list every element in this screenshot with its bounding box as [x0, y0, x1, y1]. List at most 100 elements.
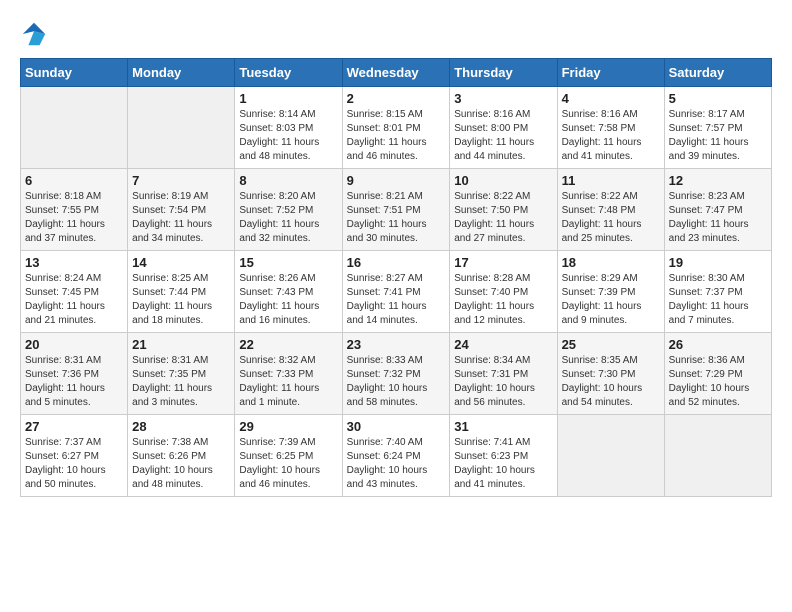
- calendar-cell: [128, 87, 235, 169]
- day-number: 21: [132, 337, 230, 352]
- daylight: Daylight: 11 hours and 27 minutes.: [454, 219, 534, 244]
- day-number: 24: [454, 337, 552, 352]
- sunset: Sunset: 8:01 PM: [347, 123, 421, 134]
- sunset: Sunset: 7:54 PM: [132, 205, 206, 216]
- sunset: Sunset: 6:23 PM: [454, 451, 528, 462]
- calendar-cell: 31 Sunrise: 7:41 AM Sunset: 6:23 PM Dayl…: [450, 415, 557, 497]
- sunrise: Sunrise: 8:18 AM: [25, 191, 101, 202]
- day-number: 29: [239, 419, 337, 434]
- daylight: Daylight: 11 hours and 44 minutes.: [454, 137, 534, 162]
- day-number: 6: [25, 173, 123, 188]
- daylight: Daylight: 11 hours and 48 minutes.: [239, 137, 319, 162]
- daylight: Daylight: 11 hours and 23 minutes.: [669, 219, 749, 244]
- day-info: Sunrise: 8:24 AM Sunset: 7:45 PM Dayligh…: [25, 272, 123, 328]
- daylight: Daylight: 11 hours and 7 minutes.: [669, 301, 749, 326]
- day-number: 16: [347, 255, 446, 270]
- calendar-cell: 21 Sunrise: 8:31 AM Sunset: 7:35 PM Dayl…: [128, 333, 235, 415]
- calendar-cell: 7 Sunrise: 8:19 AM Sunset: 7:54 PM Dayli…: [128, 169, 235, 251]
- sunrise: Sunrise: 8:28 AM: [454, 273, 530, 284]
- sunrise: Sunrise: 8:23 AM: [669, 191, 745, 202]
- daylight: Daylight: 11 hours and 14 minutes.: [347, 301, 427, 326]
- calendar-cell: 5 Sunrise: 8:17 AM Sunset: 7:57 PM Dayli…: [664, 87, 771, 169]
- calendar-cell: 13 Sunrise: 8:24 AM Sunset: 7:45 PM Dayl…: [21, 251, 128, 333]
- sunset: Sunset: 7:44 PM: [132, 287, 206, 298]
- daylight: Daylight: 11 hours and 1 minute.: [239, 383, 319, 408]
- day-info: Sunrise: 8:16 AM Sunset: 7:58 PM Dayligh…: [562, 108, 660, 164]
- day-info: Sunrise: 8:15 AM Sunset: 8:01 PM Dayligh…: [347, 108, 446, 164]
- sunrise: Sunrise: 8:32 AM: [239, 355, 315, 366]
- sunset: Sunset: 7:43 PM: [239, 287, 313, 298]
- daylight: Daylight: 10 hours and 41 minutes.: [454, 465, 535, 490]
- day-number: 4: [562, 91, 660, 106]
- day-number: 13: [25, 255, 123, 270]
- sunset: Sunset: 6:27 PM: [25, 451, 99, 462]
- daylight: Daylight: 10 hours and 56 minutes.: [454, 383, 535, 408]
- sunset: Sunset: 7:45 PM: [25, 287, 99, 298]
- day-number: 12: [669, 173, 767, 188]
- sunrise: Sunrise: 7:37 AM: [25, 437, 101, 448]
- sunset: Sunset: 7:31 PM: [454, 369, 528, 380]
- calendar-week-row: 20 Sunrise: 8:31 AM Sunset: 7:36 PM Dayl…: [21, 333, 772, 415]
- sunrise: Sunrise: 8:33 AM: [347, 355, 423, 366]
- calendar-cell: 12 Sunrise: 8:23 AM Sunset: 7:47 PM Dayl…: [664, 169, 771, 251]
- sunset: Sunset: 6:25 PM: [239, 451, 313, 462]
- sunrise: Sunrise: 7:40 AM: [347, 437, 423, 448]
- day-info: Sunrise: 8:34 AM Sunset: 7:31 PM Dayligh…: [454, 354, 552, 410]
- day-info: Sunrise: 8:14 AM Sunset: 8:03 PM Dayligh…: [239, 108, 337, 164]
- sunrise: Sunrise: 8:29 AM: [562, 273, 638, 284]
- calendar-cell: 27 Sunrise: 7:37 AM Sunset: 6:27 PM Dayl…: [21, 415, 128, 497]
- daylight: Daylight: 11 hours and 9 minutes.: [562, 301, 642, 326]
- day-number: 26: [669, 337, 767, 352]
- logo-icon: [20, 20, 48, 48]
- sunrise: Sunrise: 8:22 AM: [562, 191, 638, 202]
- calendar-week-row: 27 Sunrise: 7:37 AM Sunset: 6:27 PM Dayl…: [21, 415, 772, 497]
- daylight: Daylight: 11 hours and 39 minutes.: [669, 137, 749, 162]
- calendar-cell: 18 Sunrise: 8:29 AM Sunset: 7:39 PM Dayl…: [557, 251, 664, 333]
- weekday-header: Tuesday: [235, 59, 342, 87]
- day-info: Sunrise: 8:20 AM Sunset: 7:52 PM Dayligh…: [239, 190, 337, 246]
- sunset: Sunset: 7:39 PM: [562, 287, 636, 298]
- day-info: Sunrise: 8:29 AM Sunset: 7:39 PM Dayligh…: [562, 272, 660, 328]
- sunrise: Sunrise: 8:22 AM: [454, 191, 530, 202]
- weekday-header: Wednesday: [342, 59, 450, 87]
- sunrise: Sunrise: 8:35 AM: [562, 355, 638, 366]
- calendar-cell: 8 Sunrise: 8:20 AM Sunset: 7:52 PM Dayli…: [235, 169, 342, 251]
- daylight: Daylight: 11 hours and 5 minutes.: [25, 383, 105, 408]
- sunset: Sunset: 7:36 PM: [25, 369, 99, 380]
- day-info: Sunrise: 8:22 AM Sunset: 7:48 PM Dayligh…: [562, 190, 660, 246]
- day-number: 23: [347, 337, 446, 352]
- day-info: Sunrise: 8:30 AM Sunset: 7:37 PM Dayligh…: [669, 272, 767, 328]
- day-number: 7: [132, 173, 230, 188]
- day-number: 20: [25, 337, 123, 352]
- sunset: Sunset: 7:33 PM: [239, 369, 313, 380]
- sunset: Sunset: 7:50 PM: [454, 205, 528, 216]
- calendar-cell: [664, 415, 771, 497]
- calendar-cell: 3 Sunrise: 8:16 AM Sunset: 8:00 PM Dayli…: [450, 87, 557, 169]
- calendar-cell: 29 Sunrise: 7:39 AM Sunset: 6:25 PM Dayl…: [235, 415, 342, 497]
- daylight: Daylight: 11 hours and 32 minutes.: [239, 219, 319, 244]
- day-info: Sunrise: 8:35 AM Sunset: 7:30 PM Dayligh…: [562, 354, 660, 410]
- weekday-header: Saturday: [664, 59, 771, 87]
- daylight: Daylight: 11 hours and 41 minutes.: [562, 137, 642, 162]
- day-info: Sunrise: 8:28 AM Sunset: 7:40 PM Dayligh…: [454, 272, 552, 328]
- calendar-cell: 2 Sunrise: 8:15 AM Sunset: 8:01 PM Dayli…: [342, 87, 450, 169]
- sunrise: Sunrise: 8:20 AM: [239, 191, 315, 202]
- day-number: 2: [347, 91, 446, 106]
- sunrise: Sunrise: 8:17 AM: [669, 109, 745, 120]
- sunrise: Sunrise: 7:41 AM: [454, 437, 530, 448]
- sunrise: Sunrise: 8:36 AM: [669, 355, 745, 366]
- sunrise: Sunrise: 8:31 AM: [25, 355, 101, 366]
- daylight: Daylight: 10 hours and 50 minutes.: [25, 465, 106, 490]
- daylight: Daylight: 10 hours and 48 minutes.: [132, 465, 213, 490]
- sunrise: Sunrise: 8:24 AM: [25, 273, 101, 284]
- day-info: Sunrise: 8:21 AM Sunset: 7:51 PM Dayligh…: [347, 190, 446, 246]
- day-number: 10: [454, 173, 552, 188]
- sunset: Sunset: 7:37 PM: [669, 287, 743, 298]
- day-info: Sunrise: 8:26 AM Sunset: 7:43 PM Dayligh…: [239, 272, 337, 328]
- sunrise: Sunrise: 7:39 AM: [239, 437, 315, 448]
- calendar-cell: [557, 415, 664, 497]
- day-info: Sunrise: 7:41 AM Sunset: 6:23 PM Dayligh…: [454, 436, 552, 492]
- sunrise: Sunrise: 8:27 AM: [347, 273, 423, 284]
- sunset: Sunset: 7:47 PM: [669, 205, 743, 216]
- daylight: Daylight: 11 hours and 46 minutes.: [347, 137, 427, 162]
